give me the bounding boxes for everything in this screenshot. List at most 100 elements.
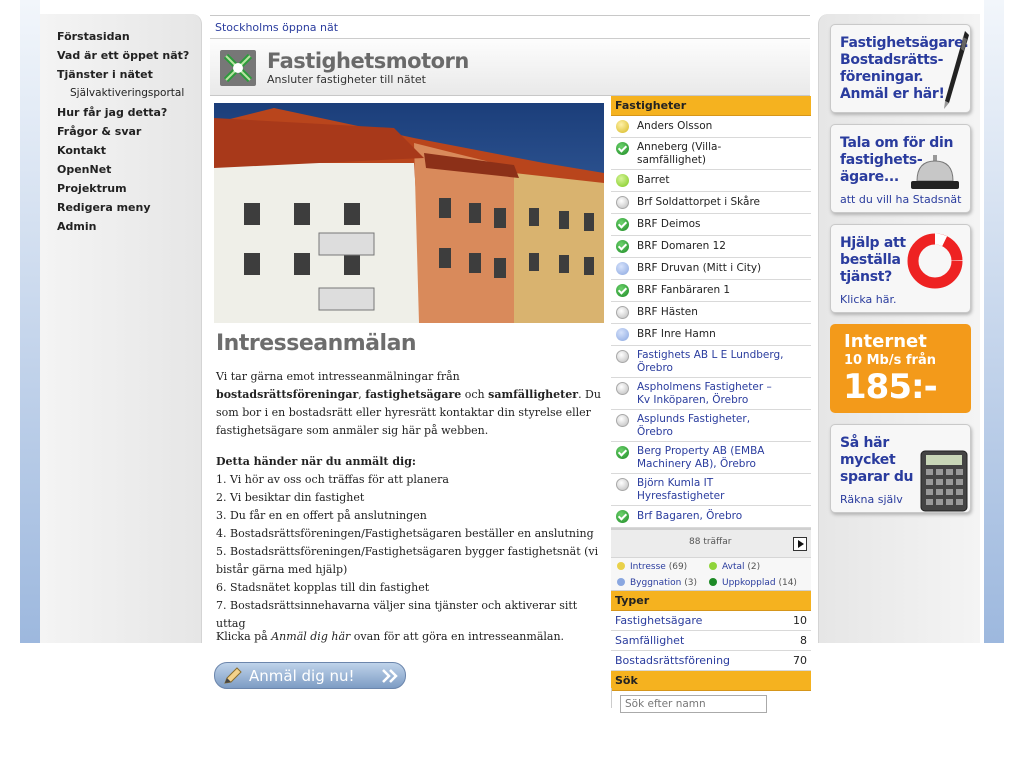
promo-internet-subtitle: 10 Mb/s från <box>844 353 936 368</box>
intro-paragraph: Vi tar gärna emot intresseanmälningar fr… <box>216 368 601 440</box>
type-name: Samfällighet <box>615 634 685 647</box>
nav-item[interactable]: Vad är ett öppet nät? <box>57 46 201 65</box>
step-item: 4. Bostadsrättsföreningen/Fastighetsägar… <box>216 527 594 540</box>
nav-item[interactable]: Förstasidan <box>57 27 201 46</box>
property-name: Asplunds Fastigheter, Örebro <box>637 413 751 438</box>
property-name: Barret <box>637 174 670 186</box>
legend-dot-icon <box>709 578 717 586</box>
types-heading: Typer <box>611 591 811 611</box>
status-blue-icon <box>616 328 629 341</box>
legend-label: Uppkopplad <box>722 578 776 588</box>
property-name: BRF Druvan (Mitt i City) <box>637 262 762 274</box>
hits-count: 88 träffar <box>689 537 732 547</box>
property-row[interactable]: Barret <box>611 170 811 192</box>
logo-title[interactable]: Fastighetsmotorn <box>267 49 469 73</box>
property-name: Berg Property AB (EMBA Machinery AB), Ör… <box>637 445 765 470</box>
promo-help-order[interactable]: Hjälp att beställa tjänst? Klicka här. <box>830 224 971 313</box>
legend-item[interactable]: Uppkopplad (14) <box>709 578 797 588</box>
step-item: 6. Stadsnätet kopplas till din fastighet <box>216 581 430 594</box>
property-row[interactable]: Fastighets AB L E Lundberg, Örebro <box>611 346 811 378</box>
next-page-button[interactable] <box>793 537 807 551</box>
property-row[interactable]: BRF Domaren 12 <box>611 236 811 258</box>
top-divider <box>210 15 810 16</box>
search-input[interactable] <box>620 695 767 713</box>
main-navigation: Förstasidan Vad är ett öppet nät? Tjänster… <box>40 14 201 236</box>
type-row[interactable]: Fastighetsägare 10 <box>611 611 811 631</box>
legend-count: (2) <box>747 562 761 572</box>
types-list: Fastighetsägare 10 Samfällighet 8 Bostadsrät… <box>611 611 811 671</box>
legend-label: Intresse <box>630 562 666 572</box>
nav-item[interactable]: Kontakt <box>57 141 201 160</box>
nav-item[interactable]: Tjänster i nätet <box>57 65 201 84</box>
property-row[interactable]: Berg Property AB (EMBA Machinery AB), Ör… <box>611 442 811 474</box>
status-check-icon <box>616 142 629 155</box>
type-row[interactable]: Samfällighet 8 <box>611 631 811 651</box>
property-row[interactable]: Björn Kumla IT Hyresfastigheter <box>611 474 811 506</box>
property-row[interactable]: Asplunds Fastigheter, Örebro <box>611 410 811 442</box>
status-blue-icon <box>616 262 629 275</box>
type-row[interactable]: Bostadsrättsförening 70 <box>611 651 811 671</box>
closing-emphasis: Anmäl dig här <box>271 630 351 643</box>
register-interest-button[interactable]: Anmäl dig nu! <box>214 662 406 689</box>
nav-item[interactable]: Självaktiveringsportal <box>57 84 201 103</box>
legend-label: Byggnation <box>630 578 682 588</box>
intro-text: och <box>461 388 489 401</box>
steps-list: 1. Vi hör av oss och träffas för att pla… <box>216 471 606 633</box>
legend-item[interactable]: Intresse (69) <box>617 562 687 572</box>
property-row[interactable]: BRF Hästen <box>611 302 811 324</box>
property-row[interactable]: Anders Olsson <box>611 116 811 138</box>
promo-help-subtitle: Klicka här. <box>840 293 897 306</box>
promo-help-title: Hjälp att beställa tjänst? <box>840 235 906 285</box>
property-name: Brf Soldattorpet i Skåre <box>637 196 761 208</box>
promo-internet-price: 185:- <box>843 367 938 407</box>
property-name: BRF Domaren 12 <box>637 240 726 252</box>
status-check-icon <box>616 284 629 297</box>
register-interest-label: Anmäl dig nu! <box>249 667 355 685</box>
double-chevron-right-icon <box>382 669 398 683</box>
logo-tagline: Ansluter fastigheter till nätet <box>267 73 426 86</box>
site-name-link[interactable]: Stockholms öppna nät <box>215 21 338 34</box>
right-sidebar: Fastighetsägare. Bostadsrätts- föreninga… <box>818 14 980 643</box>
property-row[interactable]: Aspholmens Fastigheter – Kv Inköparen, Ö… <box>611 378 811 410</box>
type-count: 10 <box>793 614 807 627</box>
pen-icon <box>944 31 969 109</box>
property-row[interactable]: BRF Inre Hamn <box>611 324 811 346</box>
status-gray-icon <box>616 196 629 209</box>
property-name: BRF Fanbäraren 1 <box>637 284 731 296</box>
page-background-left <box>20 0 40 643</box>
legend-dot-icon <box>617 578 625 586</box>
property-row[interactable]: BRF Druvan (Mitt i City) <box>611 258 811 280</box>
nav-item[interactable]: Redigera meny <box>57 198 201 217</box>
status-gray-icon <box>616 414 629 427</box>
promo-save-subtitle: Räkna själv <box>840 493 903 506</box>
type-count: 70 <box>793 654 807 667</box>
promo-tell-owner[interactable]: Tala om för din fastighets- ägare... att… <box>830 124 971 213</box>
intro-emphasis: bostadsrättsföreningar <box>216 388 359 401</box>
property-row[interactable]: Brf Soldattorpet i Skåre <box>611 192 811 214</box>
nav-item[interactable]: Admin <box>57 217 201 236</box>
legend-item[interactable]: Byggnation (3) <box>617 578 697 588</box>
type-name: Fastighetsägare <box>615 614 703 627</box>
steps-heading: Detta händer när du anmält dig: <box>216 455 416 468</box>
nav-item[interactable]: Projektrum <box>57 179 201 198</box>
promo-owners-signup[interactable]: Fastighetsägare. Bostadsrätts- föreninga… <box>830 24 971 113</box>
property-row[interactable]: BRF Deimos <box>611 214 811 236</box>
type-name: Bostadsrättsförening <box>615 654 731 667</box>
property-row[interactable]: Anneberg (Villa- samfällighet) <box>611 138 811 170</box>
status-check-icon <box>616 510 629 523</box>
status-yellow-icon <box>616 120 629 133</box>
property-row[interactable]: Brf Bagaren, Örebro <box>611 506 811 528</box>
property-name: Fastighets AB L E Lundberg, Örebro <box>637 349 784 374</box>
logo-icon[interactable] <box>216 46 260 90</box>
promo-internet-offer[interactable]: Internet 10 Mb/s från 185:- <box>830 324 971 413</box>
nav-item[interactable]: Hur får jag detta? <box>57 103 201 122</box>
step-item: 5. Bostadsrättsföreningen/Fastighetsägar… <box>216 545 599 576</box>
promo-savings-calculator[interactable]: Så här mycket sparar du Räkna själv <box>830 424 971 513</box>
legend-item[interactable]: Avtal (2) <box>709 562 760 572</box>
properties-pager: 88 träffar <box>611 528 811 558</box>
property-row[interactable]: BRF Fanbäraren 1 <box>611 280 811 302</box>
legend-dot-icon <box>617 562 625 570</box>
nav-item[interactable]: Frågor & svar <box>57 122 201 141</box>
status-check-icon <box>616 218 629 231</box>
nav-item[interactable]: OpenNet <box>57 160 201 179</box>
